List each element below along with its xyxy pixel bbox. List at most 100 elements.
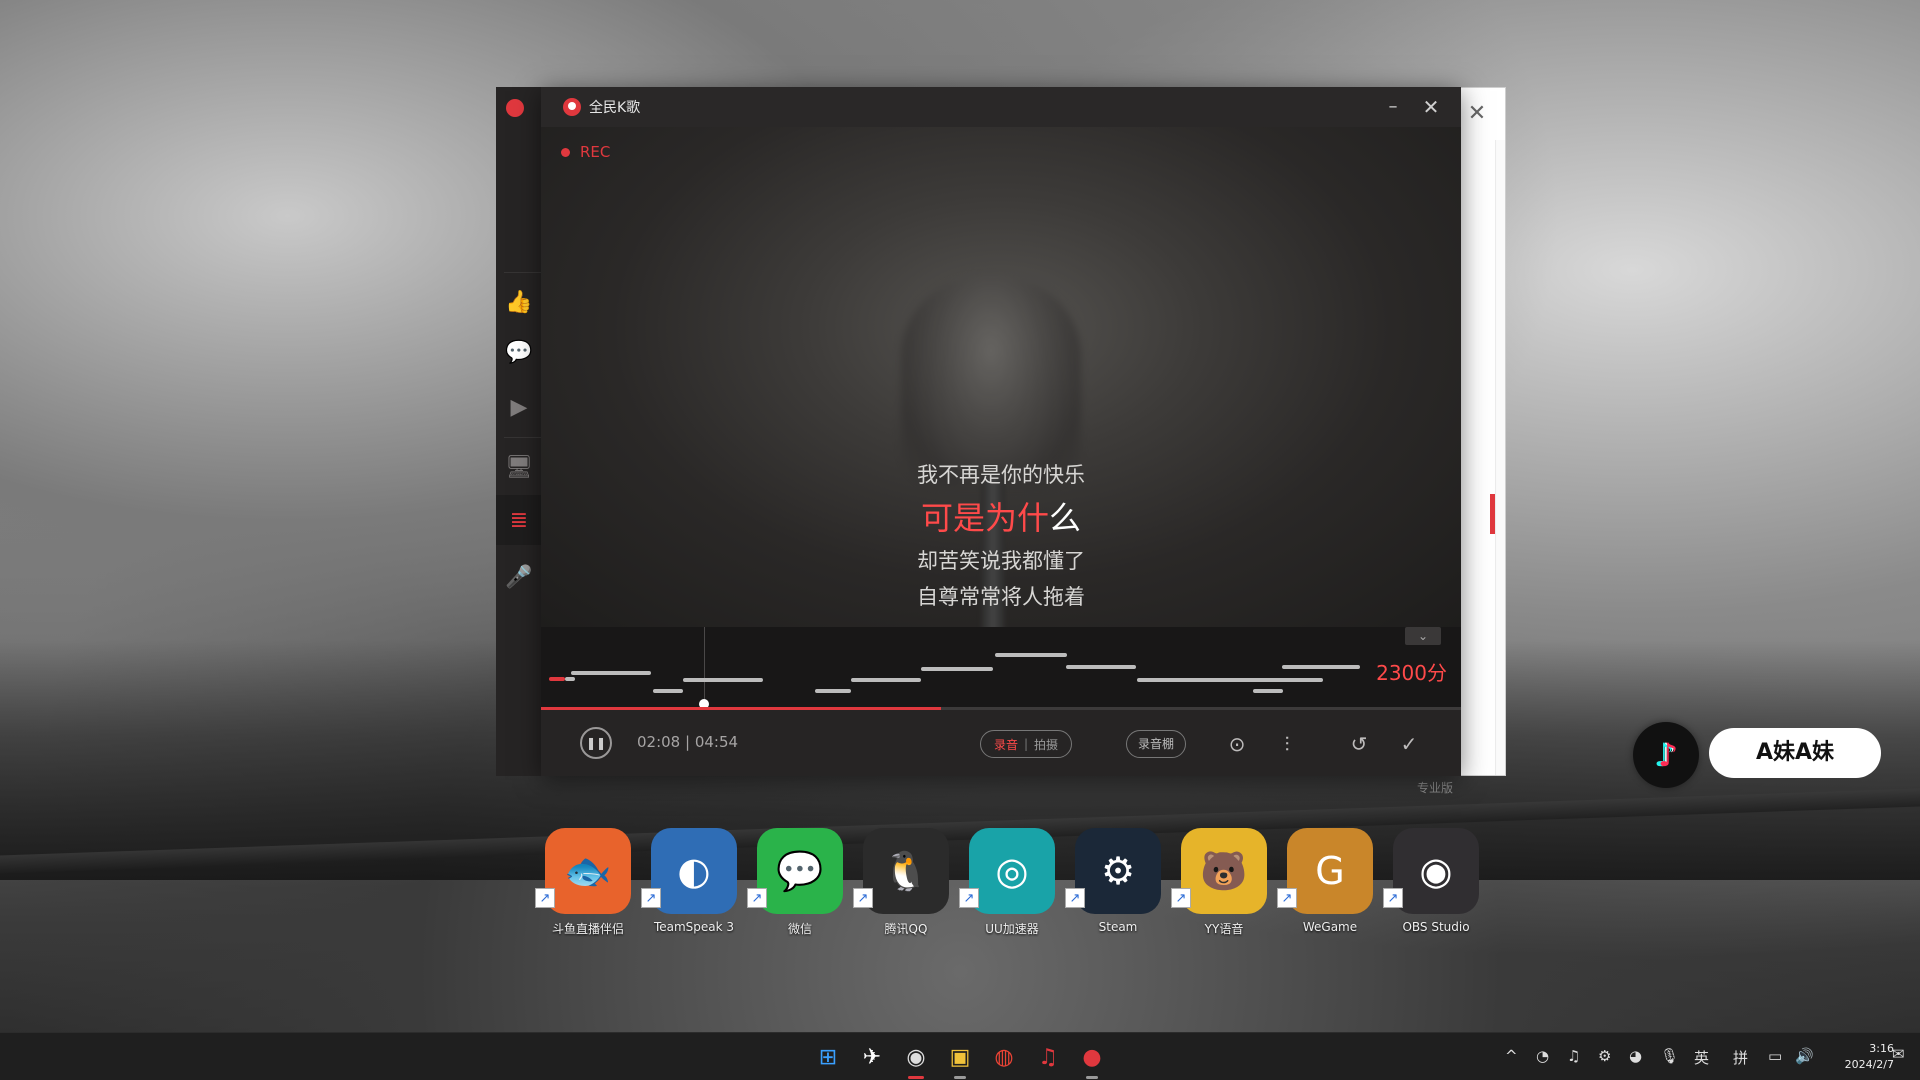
chat-icon: 💬: [505, 339, 533, 365]
ime-mode[interactable]: 拼: [1733, 1047, 1748, 1068]
desktop-icon[interactable]: 🐻 ↗ YY语音: [1171, 828, 1277, 948]
desktop-icon-label: WeGame: [1302, 920, 1358, 934]
lyric-current-line: 可是为什么: [541, 493, 1461, 543]
clock-date: 2024/2/7: [1844, 1058, 1894, 1071]
yy-tray-icon[interactable]: ◕: [1629, 1047, 1642, 1065]
recording-window-titlebar[interactable]: 全民K歌 – ✕: [541, 87, 1461, 127]
desktop-icon-label: 斗鱼直播伴侣: [551, 922, 624, 936]
shortcut-arrow-icon: ↗: [1065, 888, 1085, 908]
app-icon: G: [1287, 828, 1373, 914]
steam-tray-icon[interactable]: ⚙: [1598, 1047, 1611, 1065]
desktop-icon[interactable]: 💬 ↗ 微信: [747, 828, 853, 948]
wechat-tray-icon[interactable]: ◔: [1536, 1047, 1549, 1065]
netease-tray-icon[interactable]: ♫: [1567, 1047, 1580, 1065]
desktop-icon[interactable]: 🐟 ↗ 斗鱼直播伴侣: [535, 828, 641, 948]
desktop-icon[interactable]: ⚙ ↗ Steam: [1065, 828, 1171, 948]
sidebar-divider: [504, 272, 542, 273]
netease-music-icon[interactable]: ♫: [1032, 1041, 1064, 1073]
desktop-icon[interactable]: G ↗ WeGame: [1277, 828, 1383, 948]
mixer-icon[interactable]: ⫶: [1273, 730, 1301, 758]
shortcut-arrow-icon: ↗: [747, 888, 767, 908]
ksong-icon[interactable]: ●: [1076, 1041, 1108, 1079]
chrome-icon[interactable]: ◍: [988, 1041, 1020, 1073]
app-sidebar: 👍 💬 ▶ 🖥 ≣ 🎤: [496, 87, 542, 776]
mode-video-option[interactable]: 拍摄: [1034, 736, 1058, 753]
sidebar-item-chat[interactable]: 💬: [496, 327, 542, 377]
mic-icon[interactable]: 🎙: [1660, 1047, 1679, 1065]
app-icon: ⚙: [1075, 828, 1161, 914]
video-icon: ▶: [510, 394, 528, 420]
thumb-up-icon: 👍: [505, 289, 533, 315]
desktop-icon[interactable]: ◎ ↗ UU加速器: [959, 828, 1065, 948]
desktop-icon[interactable]: 🐧 ↗ 腾讯QQ: [853, 828, 959, 948]
camera-icon[interactable]: ⊙: [1223, 730, 1251, 758]
pitch-note: [851, 678, 921, 682]
record-mode-toggle[interactable]: 录音 | 拍摄: [980, 730, 1072, 758]
video-preview: REC 我不再是你的快乐 可是为什么 却苦笑说我都懂了 自尊常常将人拖着: [541, 127, 1461, 627]
pitch-note: [565, 677, 575, 681]
chevron-up-icon[interactable]: ^: [1505, 1047, 1518, 1065]
desktop-icon[interactable]: ◐ ↗ TeamSpeak 3: [641, 828, 747, 948]
app-icon: ◎: [969, 828, 1055, 914]
network-icon[interactable]: ▭: [1768, 1047, 1782, 1065]
rec-label: REC: [580, 143, 611, 161]
sidebar-item-song-list[interactable]: ≣: [496, 495, 542, 545]
tiktok-logo-icon: ♪: [1633, 722, 1699, 788]
close-button[interactable]: ✕: [1417, 93, 1445, 121]
background-window-accent: [1490, 494, 1495, 534]
obs-icon[interactable]: ◉: [900, 1041, 932, 1079]
pitch-cursor: [704, 627, 705, 705]
pitch-note: [1137, 678, 1323, 682]
file-manager-icon[interactable]: ▣: [944, 1041, 976, 1079]
tiktok-username: A妹A妹: [1709, 728, 1881, 778]
app-logo-icon: [506, 99, 524, 117]
sidebar-item-video[interactable]: ▶: [496, 382, 542, 432]
monitor-icon: 🖥: [505, 454, 533, 480]
minimize-button[interactable]: –: [1379, 93, 1407, 121]
clock[interactable]: 3:16 2024/2/7: [1826, 1041, 1894, 1073]
desktop-icon-label: UU加速器: [985, 922, 1039, 936]
sidebar-item-like[interactable]: 👍: [496, 277, 542, 327]
desktop-icon[interactable]: ◉ ↗ OBS Studio: [1383, 828, 1489, 948]
lyric-next-line: 却苦笑说我都懂了: [917, 549, 1085, 573]
pause-button[interactable]: ❚❚: [580, 727, 612, 759]
pitch-note: [1066, 665, 1136, 669]
mode-audio-option[interactable]: 录音: [994, 736, 1018, 753]
desktop-icon-label: YY语音: [1204, 922, 1244, 936]
lyric-next-line-2: 自尊常常将人拖着: [917, 585, 1085, 609]
desktop-icon-label: TeamSpeak 3: [653, 920, 735, 934]
desktop-icon-label: OBS Studio: [1402, 920, 1470, 934]
start-icon[interactable]: ⊞: [812, 1041, 844, 1073]
clock-time: 3:16: [1869, 1042, 1894, 1055]
background-window-scrollbar[interactable]: [1495, 140, 1505, 775]
shortcut-arrow-icon: ↗: [1277, 888, 1297, 908]
pitch-note: [921, 667, 993, 671]
sidebar-item-monitor[interactable]: 🖥: [496, 442, 542, 492]
volume-icon[interactable]: 🔊: [1795, 1047, 1814, 1065]
shortcut-arrow-icon: ↗: [853, 888, 873, 908]
pro-version-label: 专业版: [1417, 781, 1454, 795]
studio-button[interactable]: 录音棚: [1126, 730, 1186, 758]
desktop-icons: 🐟 ↗ 斗鱼直播伴侣 ◐ ↗ TeamSpeak 3 💬 ↗ 微信 🐧 ↗ 腾讯QQ ◎ ↗ UU加速器 ⚙ ↗…: [535, 828, 1489, 948]
app-icon: ◐: [651, 828, 737, 914]
shortcut-arrow-icon: ↗: [1171, 888, 1191, 908]
ime-lang[interactable]: 英: [1694, 1047, 1709, 1068]
pitch-note: [571, 671, 651, 675]
lyric-unsung-part: 么: [1049, 499, 1082, 537]
game-icon[interactable]: ✈: [856, 1041, 888, 1073]
background-window-close-button[interactable]: ✕: [1463, 100, 1491, 128]
microphone-image: [901, 277, 1081, 487]
replay-icon[interactable]: ↺: [1345, 730, 1373, 758]
sidebar-item-singer[interactable]: 🎤: [496, 552, 542, 602]
done-icon[interactable]: ✓: [1395, 730, 1423, 758]
notification-icon[interactable]: ✉: [1892, 1045, 1905, 1063]
pitch-note: [1282, 665, 1360, 669]
shortcut-arrow-icon: ↗: [535, 888, 555, 908]
pitch-note: [683, 678, 763, 682]
rec-dot-icon: [561, 147, 570, 157]
pitch-note: [995, 653, 1067, 657]
collapse-pitch-button[interactable]: ⌄: [1405, 627, 1441, 645]
taskbar: 3:16 2024/2/7 ✉ ⊞ ✈ ◉ ▣ ◍ ♫ ● ^ ◔ ♫ ⚙ ◕ 🎙 英 拼 ▭ 🔊: [0, 1032, 1920, 1080]
recording-window: 全民K歌 – ✕ REC 我不再是你的快乐 可是为什么 却苦笑说我都懂了 自尊常…: [541, 87, 1461, 776]
shortcut-arrow-icon: ↗: [959, 888, 979, 908]
